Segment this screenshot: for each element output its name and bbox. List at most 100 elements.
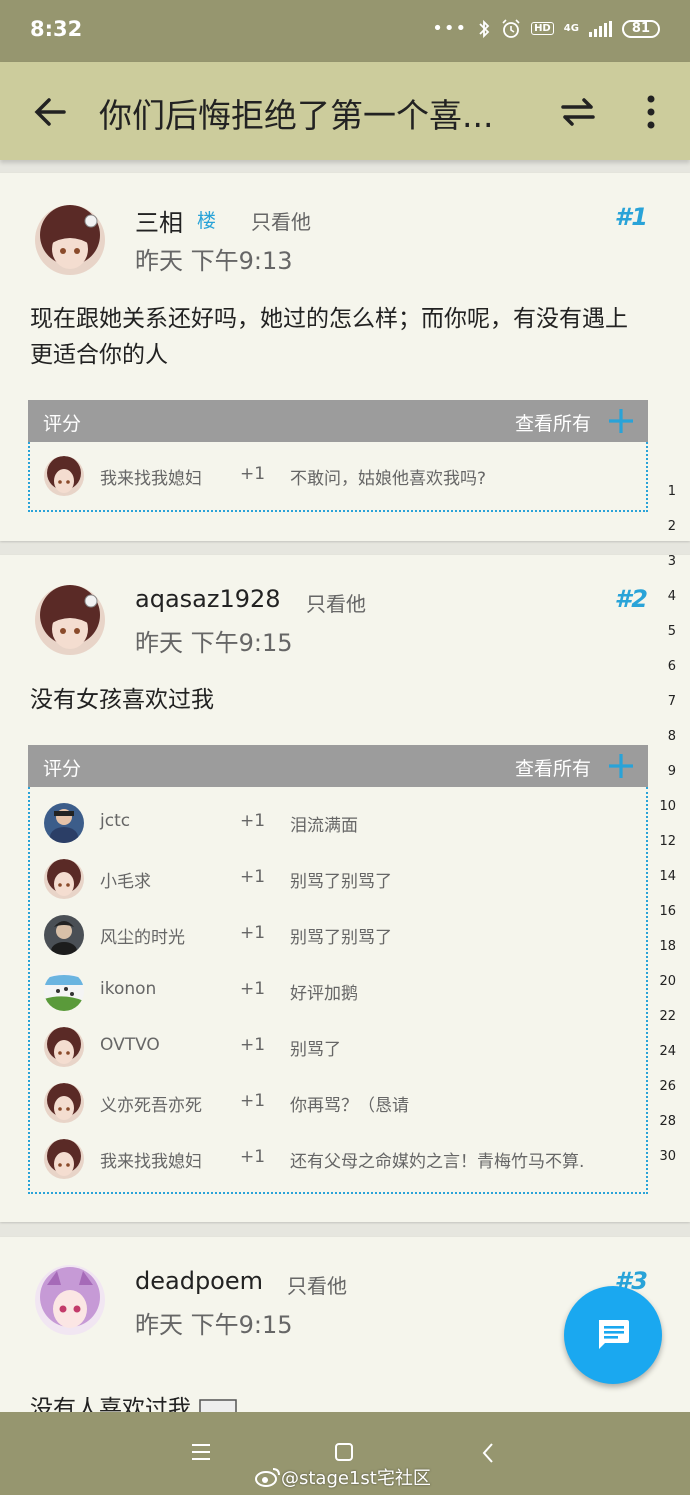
rating-reason: 还有父母之命媒妁之言！青梅竹马不算.	[290, 1152, 585, 1172]
rating-score: +1	[240, 1147, 266, 1167]
status-bar: 8:32 ••• HD 4G 81	[0, 0, 690, 62]
rater-avatar[interactable]	[44, 859, 84, 899]
rater-avatar[interactable]	[44, 915, 84, 955]
line-number: 14	[659, 869, 676, 884]
rating-row: jctc +1 泪流满面	[30, 795, 646, 851]
author-name[interactable]: 三相	[135, 203, 183, 238]
thread-title: 你们后悔拒绝了第一个喜...	[99, 96, 494, 135]
rating-score: +1	[240, 1091, 266, 1111]
post-time: 昨天 下午9:15	[135, 1311, 293, 1339]
rater-avatar[interactable]	[44, 456, 84, 496]
line-number: 26	[659, 1079, 676, 1094]
home-icon[interactable]	[334, 1442, 354, 1462]
rater-name[interactable]: 我来找我媳妇	[100, 1147, 202, 1172]
hd-icon: HD	[531, 22, 554, 35]
rating-header: 评分 查看所有	[28, 745, 648, 787]
back-arrow-icon[interactable]	[30, 92, 70, 132]
line-number: 4	[667, 589, 676, 604]
rating-score: +1	[240, 464, 266, 484]
rater-avatar[interactable]	[44, 803, 84, 843]
post-card: 三相 楼 只看他 昨天 下午9:13 #1 现在跟她关系还好吗，她过的怎么样；而…	[0, 173, 690, 541]
rater-name[interactable]: 小毛求	[100, 867, 151, 892]
rating-reason: 不敢问，姑娘他喜欢我吗?	[290, 469, 487, 489]
alarm-icon	[502, 18, 520, 38]
nav-back-icon[interactable]	[480, 1442, 496, 1464]
only-him-button[interactable]: 只看他	[287, 1270, 347, 1299]
system-nav-bar: @stage1st宅社区	[0, 1412, 690, 1495]
line-number: 3	[667, 554, 676, 569]
rating-score: +1	[240, 923, 266, 943]
rating-row: 风尘的时光 +1 别骂了别骂了	[30, 907, 646, 963]
line-number: 2	[667, 519, 676, 534]
post-body: 没有女孩喜欢过我	[30, 687, 214, 713]
rating-list: jctc +1 泪流满面 小毛求 +1 别骂了别骂了 风尘的时光 +1 别骂了别…	[28, 787, 648, 1194]
toolbar: 你们后悔拒绝了第一个喜...	[0, 62, 690, 160]
status-time: 8:32	[30, 17, 83, 41]
rating-label: 评分	[43, 413, 82, 435]
bluetooth-icon	[479, 19, 490, 38]
swap-order-icon[interactable]	[558, 92, 598, 132]
line-number: 9	[667, 764, 676, 779]
view-all-ratings-link[interactable]: 查看所有	[515, 409, 591, 436]
watermark-text: @stage1st宅社区	[281, 1468, 431, 1489]
author-name[interactable]: deadpoem	[135, 1267, 263, 1295]
rater-avatar[interactable]	[44, 971, 84, 1011]
line-number: 16	[659, 904, 676, 919]
avatar[interactable]	[35, 585, 105, 655]
rating-row: ikonon +1 好评加鹅	[30, 963, 646, 1019]
line-number: 12	[659, 834, 676, 849]
rating-score: +1	[240, 1035, 266, 1055]
rater-name[interactable]: 我来找我媳妇	[100, 464, 202, 489]
chat-icon	[599, 1320, 629, 1349]
rating-list: 我来找我媳妇 +1 不敢问，姑娘他喜欢我吗?	[28, 442, 648, 512]
add-rating-icon[interactable]	[608, 753, 634, 779]
line-number: 24	[659, 1044, 676, 1059]
menu-icon[interactable]	[190, 1442, 212, 1462]
post-body: 没有人喜欢过我	[30, 1391, 650, 1412]
only-him-button[interactable]: 只看他	[251, 206, 311, 235]
rating-score: +1	[240, 979, 266, 999]
status-icons: ••• HD 4G 81	[432, 18, 660, 39]
rater-name[interactable]: 义亦死吾亦死	[100, 1091, 202, 1116]
signal-icon	[588, 20, 612, 37]
author-name[interactable]: aqasaz1928	[135, 585, 281, 613]
reply-fab[interactable]	[564, 1286, 662, 1384]
rater-name[interactable]: 风尘的时光	[100, 923, 185, 948]
floor-number[interactable]: #2	[615, 585, 648, 613]
line-number: 30	[659, 1149, 676, 1164]
rating-score: +1	[240, 867, 266, 887]
rater-avatar[interactable]	[44, 1139, 84, 1179]
post-card: aqasaz1928 只看他 昨天 下午9:15 #2 没有女孩喜欢过我 评分 …	[0, 555, 690, 1222]
rating-reason: 别骂了别骂了	[290, 872, 392, 892]
add-rating-icon[interactable]	[608, 408, 634, 434]
avatar[interactable]	[35, 1265, 105, 1335]
line-number: 20	[659, 974, 676, 989]
rating-score: +1	[240, 811, 266, 831]
rater-avatar[interactable]	[44, 1083, 84, 1123]
avatar[interactable]	[35, 205, 105, 275]
post-time: 昨天 下午9:13	[135, 247, 293, 275]
watermark: @stage1st宅社区	[255, 1464, 431, 1490]
post-body: 现在跟她关系还好吗，她过的怎么样；而你呢，有没有遇上更适合你的人	[30, 306, 628, 368]
rater-name[interactable]: ikonon	[100, 979, 156, 999]
floor-number[interactable]: #1	[615, 203, 648, 231]
line-number: 10	[659, 799, 676, 814]
op-tag: 楼	[197, 210, 217, 232]
rating-header: 评分 查看所有	[28, 400, 648, 442]
line-number: 5	[667, 624, 676, 639]
battery-icon: 81	[621, 19, 660, 38]
rating-label: 评分	[43, 758, 82, 780]
rater-name[interactable]: OVTVO	[100, 1035, 160, 1055]
only-him-button[interactable]: 只看他	[306, 588, 366, 617]
rater-name[interactable]: jctc	[100, 811, 130, 831]
post-body-text: 没有人喜欢过我	[30, 1396, 191, 1412]
line-number: 18	[659, 939, 676, 954]
more-vert-icon[interactable]	[634, 92, 668, 132]
rater-avatar[interactable]	[44, 1027, 84, 1067]
view-all-ratings-link[interactable]: 查看所有	[515, 754, 591, 781]
rating-reason: 好评加鹅	[290, 984, 358, 1004]
line-number: 22	[659, 1009, 676, 1024]
emoticon-icon	[199, 1399, 238, 1412]
post-time: 昨天 下午9:15	[135, 629, 293, 657]
rating-row: 我来找我媳妇 +1 不敢问，姑娘他喜欢我吗?	[30, 448, 646, 504]
